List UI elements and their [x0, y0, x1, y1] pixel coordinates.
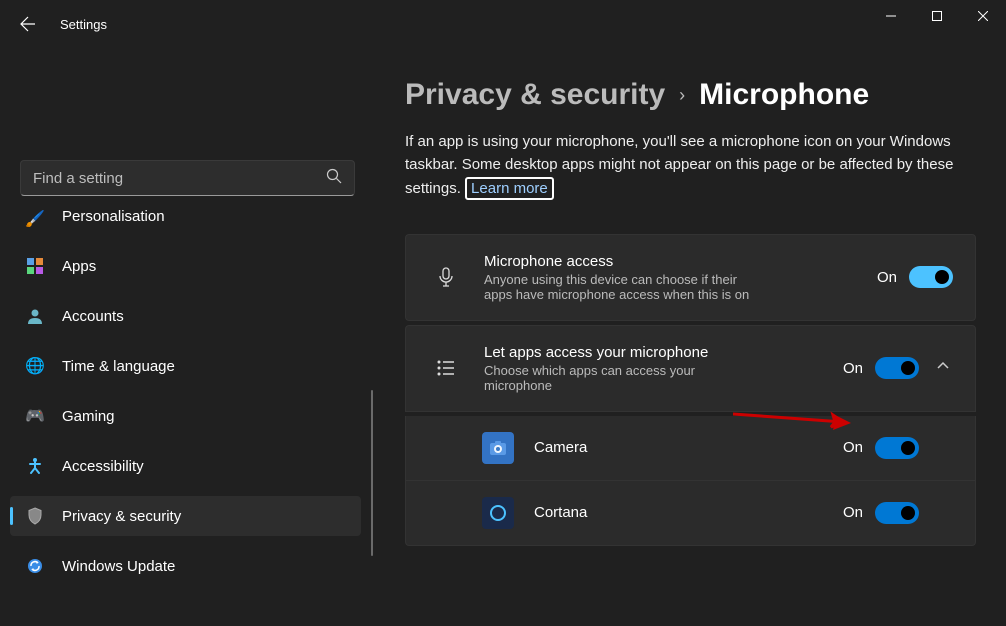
sidebar-item-label: Accounts [62, 308, 124, 325]
microphone-access-card: Microphone access Anyone using this devi… [405, 234, 976, 321]
windows-update-icon [24, 555, 46, 577]
sidebar: 🖌️ Personalisation Apps Accounts 🌐 Time … [0, 48, 375, 626]
sidebar-item-gaming[interactable]: 🎮 Gaming [10, 396, 361, 436]
cortana-toggle[interactable] [875, 502, 919, 524]
sidebar-item-accounts[interactable]: Accounts [10, 296, 361, 336]
toggle-state-label: On [877, 269, 897, 286]
breadcrumb-current: Microphone [699, 78, 869, 112]
nav-list: 🖌️ Personalisation Apps Accounts 🌐 Time … [10, 208, 365, 626]
minimize-button[interactable] [868, 0, 914, 32]
search-icon [326, 168, 342, 189]
sidebar-item-accessibility[interactable]: Accessibility [10, 446, 361, 486]
maximize-icon [932, 11, 942, 21]
camera-app-icon [482, 432, 514, 464]
sidebar-item-windows-update[interactable]: Windows Update [10, 546, 361, 586]
microphone-icon [428, 266, 464, 288]
chevron-up-icon[interactable] [933, 359, 953, 378]
back-arrow-icon [20, 16, 36, 32]
privacy-security-icon [24, 505, 46, 527]
sidebar-item-label: Windows Update [62, 558, 175, 575]
accessibility-icon [24, 455, 46, 477]
list-icon [428, 357, 464, 379]
app-name-label: Cortana [534, 504, 843, 521]
personalisation-icon: 🖌️ [24, 208, 46, 230]
sidebar-scrollbar[interactable] [371, 390, 373, 556]
content-area: Privacy & security › Microphone If an ap… [375, 48, 1006, 626]
breadcrumb-parent[interactable]: Privacy & security [405, 78, 665, 112]
sidebar-item-label: Privacy & security [62, 508, 181, 525]
microphone-access-toggle[interactable] [909, 266, 953, 288]
sidebar-item-label: Time & language [62, 358, 175, 375]
app-name-label: Camera [534, 439, 843, 456]
toggle-state-label: On [843, 360, 863, 377]
learn-more-link[interactable]: Learn more [465, 177, 554, 200]
sidebar-item-privacy-security[interactable]: Privacy & security [10, 496, 361, 536]
close-icon [978, 11, 988, 21]
sidebar-item-label: Personalisation [62, 208, 165, 225]
titlebar: Settings [0, 0, 1006, 48]
toggle-state-label: On [843, 504, 863, 521]
search-box[interactable] [20, 160, 355, 196]
app-row-cortana: Cortana On [405, 481, 976, 546]
app-title: Settings [60, 17, 107, 32]
time-language-icon: 🌐 [24, 355, 46, 377]
sidebar-item-personalisation[interactable]: 🖌️ Personalisation [10, 208, 361, 236]
sidebar-item-label: Gaming [62, 408, 115, 425]
let-apps-access-card[interactable]: Let apps access your microphone Choose w… [405, 325, 976, 412]
window-controls [868, 0, 1006, 32]
minimize-icon [886, 11, 896, 21]
card-subtitle: Choose which apps can access your microp… [484, 363, 704, 393]
app-row-camera: Camera On [405, 416, 976, 481]
close-button[interactable] [960, 0, 1006, 32]
camera-toggle[interactable] [875, 437, 919, 459]
toggle-state-label: On [843, 439, 863, 456]
card-subtitle: Anyone using this device can choose if t… [484, 272, 764, 302]
gaming-icon: 🎮 [24, 405, 46, 427]
search-input[interactable] [33, 170, 326, 187]
breadcrumb: Privacy & security › Microphone [405, 78, 976, 112]
let-apps-toggle[interactable] [875, 357, 919, 379]
page-description: If an app is using your microphone, you'… [405, 130, 976, 200]
sidebar-item-label: Accessibility [62, 458, 144, 475]
sidebar-item-apps[interactable]: Apps [10, 246, 361, 286]
sidebar-item-label: Apps [62, 258, 96, 275]
card-title: Let apps access your microphone [484, 344, 823, 361]
apps-icon [24, 255, 46, 277]
cortana-app-icon [482, 497, 514, 529]
card-title: Microphone access [484, 253, 857, 270]
sidebar-item-time-language[interactable]: 🌐 Time & language [10, 346, 361, 386]
maximize-button[interactable] [914, 0, 960, 32]
accounts-icon [24, 305, 46, 327]
chevron-right-icon: › [679, 85, 685, 106]
back-button[interactable] [8, 4, 48, 44]
